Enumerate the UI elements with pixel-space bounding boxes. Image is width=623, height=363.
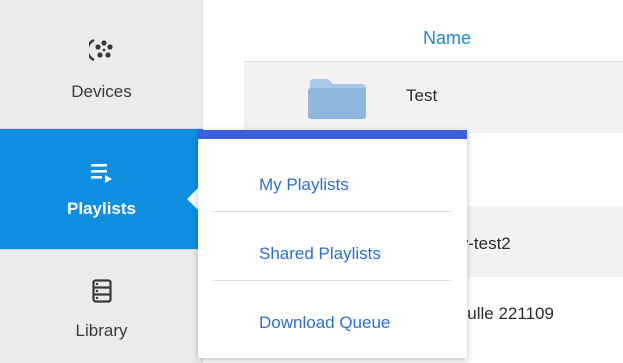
devices-reel-icon	[85, 37, 115, 68]
column-header-name[interactable]: Name	[423, 28, 471, 49]
sidebar-item-label: Devices	[71, 82, 132, 101]
table-row[interactable]: Test	[244, 62, 623, 134]
menu-item-shared-playlists[interactable]: Shared Playlists	[259, 244, 381, 264]
sidebar-item-playlists[interactable]: Playlists	[0, 129, 203, 249]
library-stack-icon	[91, 279, 112, 308]
sidebar: Devices Playlists Library	[0, 0, 203, 363]
sidebar-item-devices[interactable]: Devices	[0, 0, 203, 128]
folder-icon	[306, 75, 368, 126]
sidebar-item-library[interactable]: Library	[0, 250, 203, 363]
playlist-icon	[90, 162, 114, 189]
menu-divider	[213, 280, 451, 281]
table-header: Name	[244, 0, 623, 62]
playlists-dropdown-menu: My Playlists Shared Playlists Download Q…	[198, 130, 467, 358]
sidebar-item-label: Library	[75, 321, 128, 340]
row-name: Test	[406, 86, 438, 105]
menu-divider	[213, 211, 451, 212]
menu-item-my-playlists[interactable]: My Playlists	[259, 175, 349, 195]
sidebar-item-label: Playlists	[67, 199, 136, 218]
menu-item-download-queue[interactable]: Download Queue	[259, 313, 390, 333]
